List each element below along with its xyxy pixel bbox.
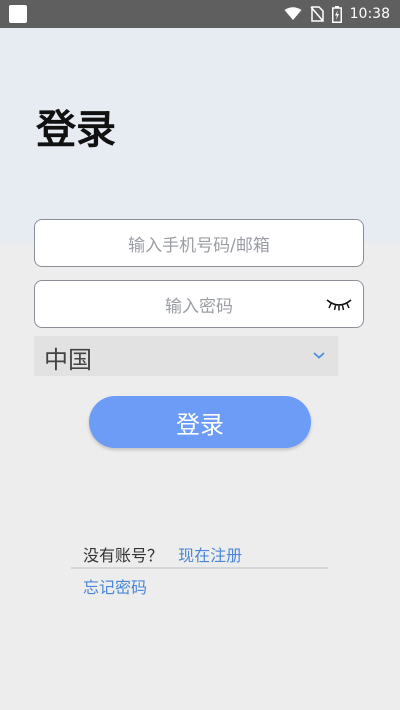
no-sim-icon xyxy=(310,6,324,22)
status-time: 10:38 xyxy=(349,6,390,22)
register-row: 没有账号？ 现在注册 xyxy=(83,542,242,566)
phone-email-placeholder: 输入手机号码/邮箱 xyxy=(128,235,270,256)
eye-closed-icon[interactable] xyxy=(325,294,353,312)
login-button[interactable]: 登录 xyxy=(89,396,311,448)
no-account-prompt: 没有账号？ xyxy=(83,546,164,565)
status-bar: 10:38 xyxy=(0,0,400,28)
wifi-icon xyxy=(284,7,302,20)
password-placeholder: 输入密码 xyxy=(165,296,233,317)
status-bar-right: 10:38 xyxy=(284,0,390,28)
password-input[interactable]: 输入密码 xyxy=(34,280,364,328)
country-select[interactable]: 中国 xyxy=(34,336,338,376)
phone-email-input[interactable]: 输入手机号码/邮箱 xyxy=(34,219,364,267)
chevron-down-icon xyxy=(313,352,325,359)
battery-charging-icon xyxy=(331,5,342,23)
forgot-password-link[interactable]: 忘记密码 xyxy=(83,574,147,598)
app-notification-icon xyxy=(9,5,27,23)
country-value: 中国 xyxy=(44,346,92,374)
divider xyxy=(71,567,328,569)
page-title: 登录 xyxy=(36,107,116,153)
register-link[interactable]: 现在注册 xyxy=(178,546,242,565)
